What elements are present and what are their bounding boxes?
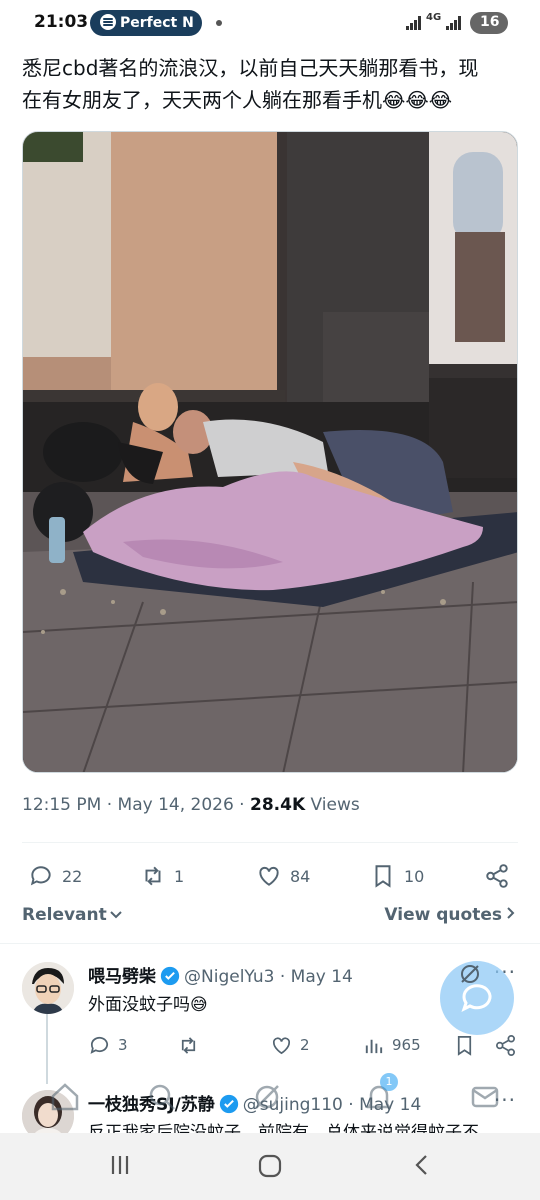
reply-text: 外面没蚊子吗😅 [88, 995, 208, 1015]
recents-icon[interactable] [108, 1153, 132, 1177]
tweet-text-line: 悉尼cbd著名的流浪汉，以前自己天天躺那看书，现 [22, 56, 479, 80]
spotify-icon [100, 14, 116, 30]
bookmark-button[interactable]: 10 [370, 858, 424, 894]
home-icon[interactable] [257, 1153, 283, 1179]
divider [0, 943, 540, 944]
like-icon [272, 1036, 291, 1054]
bookmark-icon [375, 865, 391, 888]
messages-tab-icon[interactable] [468, 1080, 502, 1114]
sort-label: Relevant [22, 905, 107, 925]
views-button[interactable]: 965 [362, 1030, 421, 1060]
like-button[interactable]: 2 [270, 1030, 310, 1060]
like-count: 2 [300, 1036, 310, 1054]
reply-icon [90, 1036, 109, 1054]
tweet-text-line: 在有女朋友了，天天两个人躺在那看手机😂😂😂 [22, 88, 453, 112]
repost-icon [181, 1036, 196, 1054]
view-quotes-label: View quotes [384, 905, 502, 925]
reply-header: 喂马劈柴 @NigelYu3 · May 14 [88, 962, 353, 987]
notification-dot-icon [216, 20, 222, 26]
back-icon[interactable] [410, 1153, 434, 1177]
tweet-photo[interactable] [22, 131, 518, 773]
repost-icon [145, 866, 161, 886]
wifi-signal-icon [406, 16, 422, 30]
search-tab-icon[interactable] [145, 1080, 179, 1114]
like-button[interactable]: 84 [256, 858, 310, 894]
verified-badge-icon [160, 966, 180, 986]
reply-button[interactable]: 22 [28, 858, 82, 894]
sort-relevant-dropdown[interactable]: Relevant [22, 905, 123, 925]
share-icon [496, 1034, 515, 1056]
reply-action-bar: 3 2 965 [0, 1030, 540, 1060]
reply-author-name[interactable]: 喂马劈柴 [88, 967, 156, 987]
share-icon [486, 864, 508, 888]
views-icon [365, 1039, 383, 1053]
share-button[interactable] [494, 1030, 524, 1060]
battery-level: 16 [480, 14, 500, 30]
cell-signal-icon [446, 16, 462, 30]
network-type: 4G [426, 12, 442, 23]
tweet-text: 悉尼cbd著名的流浪汉，以前自己天天躺那看书，现 在有女朋友了，天天两个人躺在那… [22, 52, 522, 116]
views-count[interactable]: 28.4K [250, 795, 305, 815]
tweet-meta: 12:15 PM · May 14, 2026 · 28.4K Views [22, 795, 360, 815]
reply-count: 3 [118, 1036, 128, 1054]
photo-illustration [23, 132, 517, 772]
home-tab-icon[interactable] [48, 1080, 82, 1114]
grok-tab-icon[interactable] [250, 1080, 284, 1114]
reply-button[interactable]: 3 [88, 1030, 128, 1060]
tweet-timestamp: 12:15 PM · May 14, 2026 · [22, 795, 250, 815]
avatar[interactable] [22, 962, 74, 1014]
verified-badge-icon [219, 1094, 238, 1114]
like-count: 84 [290, 866, 311, 886]
notification-badge: 1 [380, 1073, 398, 1091]
tweet-action-bar: 22 1 84 10 [0, 858, 540, 894]
reply-author-handle[interactable]: @NigelYu3 · May 14 [184, 967, 353, 987]
view-count: 965 [392, 1036, 421, 1054]
views-label: Views [305, 795, 360, 815]
bookmark-button[interactable] [453, 1030, 483, 1060]
repost-button[interactable] [177, 1030, 207, 1060]
system-nav-bar [0, 1133, 540, 1200]
bookmark-count: 10 [404, 866, 425, 886]
status-bar: 21:03 Perfect N 4G 16 [0, 0, 540, 46]
reply-icon [30, 866, 51, 886]
divider [22, 842, 518, 843]
share-button[interactable] [484, 858, 518, 894]
avatar-illustration [22, 962, 74, 1014]
bookmark-icon [457, 1035, 472, 1056]
status-time: 21:03 [34, 12, 89, 32]
reply-count: 22 [62, 866, 83, 886]
view-quotes-link[interactable]: View quotes [384, 905, 516, 925]
repost-button[interactable]: 1 [140, 858, 184, 894]
grok-icon[interactable] [458, 962, 482, 986]
chevron-right-icon [507, 907, 515, 919]
media-pill-label: Perfect N [120, 15, 194, 31]
chevron-down-icon [110, 911, 122, 919]
like-icon [259, 866, 279, 886]
repost-count: 1 [174, 866, 185, 886]
spotify-media-pill[interactable]: Perfect N [90, 10, 202, 36]
battery-indicator: 16 [470, 12, 508, 34]
